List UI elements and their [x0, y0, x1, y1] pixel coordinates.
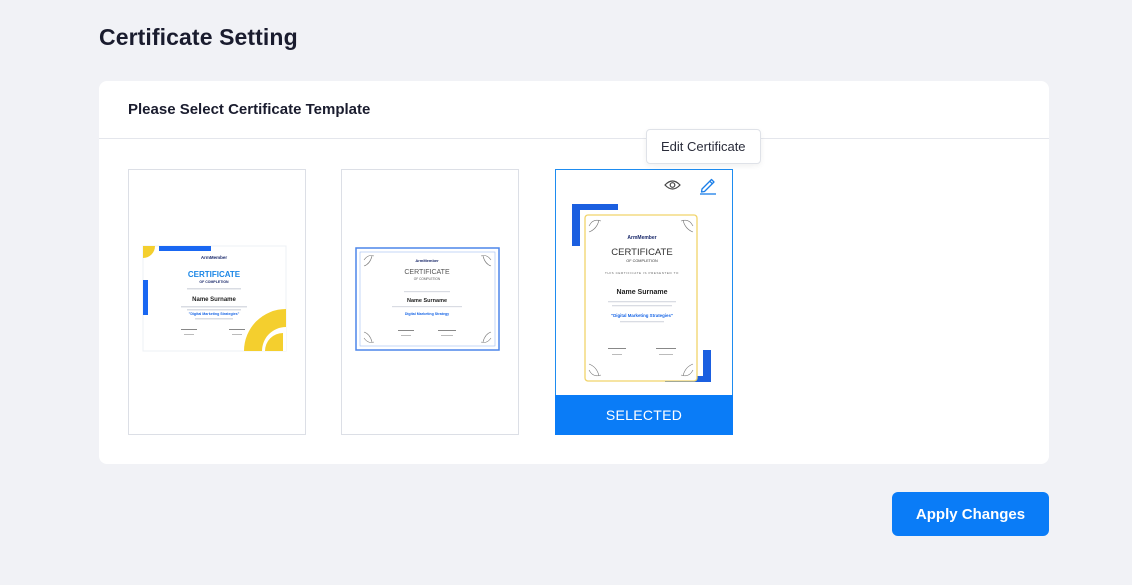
- selected-indicator: SELECTED: [555, 395, 733, 435]
- template-card: Please Select Certificate Template ArmMe…: [99, 81, 1049, 464]
- tpl2-brand: ArmMember: [415, 258, 439, 263]
- tpl3-brand: ArmMember: [627, 235, 656, 241]
- card-header: Please Select Certificate Template: [99, 81, 1049, 139]
- apply-changes-button[interactable]: Apply Changes: [892, 492, 1049, 536]
- tpl1-recipient: Name Surname: [192, 297, 236, 303]
- tpl3-heading: CERTIFICATE: [611, 247, 672, 258]
- tpl1-course: "Digital Marketing Strategies": [189, 312, 240, 316]
- certificate-template-1[interactable]: ArmMember CERTIFICATE OF COMPLETION Name…: [128, 169, 306, 435]
- tpl3-recipient: Name Surname: [617, 289, 668, 296]
- tpl3-course: "Digital Marketing Strategies": [611, 313, 673, 318]
- tpl3-subheading: OF COMPLETION: [626, 259, 658, 263]
- certificate-thumbnail-2: ArmMember CERTIFICATE OF COMPLETION Name…: [355, 247, 500, 351]
- tpl3-presented: THIS CERTIFICATE IS PRESENTED TO: [605, 271, 679, 275]
- certificate-template-3[interactable]: ArmMember CERTIFICATE OF COMPLETION THIS…: [555, 169, 733, 435]
- page-title: Certificate Setting: [99, 24, 298, 50]
- certificate-template-2[interactable]: ArmMember CERTIFICATE OF COMPLETION Name…: [341, 169, 519, 435]
- certificate-thumbnail-1: ArmMember CERTIFICATE OF COMPLETION Name…: [142, 245, 287, 352]
- tpl2-recipient: Name Surname: [407, 298, 447, 304]
- tpl2-subheading: OF COMPLETION: [414, 277, 441, 281]
- certificate-thumbnail-3: ArmMember CERTIFICATE OF COMPLETION THIS…: [572, 204, 711, 382]
- tpl2-course: Digital Marketing Strategy: [405, 312, 449, 316]
- edit-certificate-tooltip: Edit Certificate: [646, 129, 761, 164]
- tpl2-heading: CERTIFICATE: [404, 269, 450, 276]
- tpl1-brand: ArmMember: [201, 255, 228, 260]
- card-title: Please Select Certificate Template: [128, 101, 371, 118]
- tpl1-heading: CERTIFICATE: [188, 270, 241, 279]
- tpl1-subheading: OF COMPLETION: [199, 280, 229, 284]
